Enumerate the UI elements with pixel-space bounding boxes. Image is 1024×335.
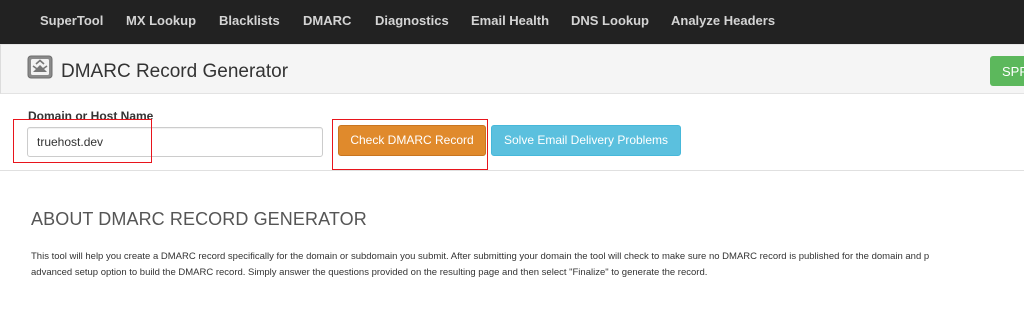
nav-item-supertool[interactable]: SuperTool bbox=[40, 13, 103, 28]
nav-item-diagnostics[interactable]: Diagnostics bbox=[375, 13, 449, 28]
nav-item-email-health[interactable]: Email Health bbox=[471, 13, 549, 28]
domain-field-label: Domain or Host Name bbox=[28, 109, 154, 123]
nav-item-analyze-headers[interactable]: Analyze Headers bbox=[671, 13, 775, 28]
nav-item-dmarc[interactable]: DMARC bbox=[303, 13, 351, 28]
check-dmarc-record-button[interactable]: Check DMARC Record bbox=[338, 125, 486, 156]
envelope-badge-icon bbox=[27, 55, 53, 79]
nav-item-mx-lookup[interactable]: MX Lookup bbox=[126, 13, 196, 28]
nav-item-dns-lookup[interactable]: DNS Lookup bbox=[571, 13, 649, 28]
domain-input[interactable] bbox=[27, 127, 323, 157]
page-header: DMARC Record Generator SPF bbox=[0, 44, 1024, 94]
lookup-form: Domain or Host Name Check DMARC Record S… bbox=[0, 95, 1024, 171]
top-navbar: SuperTool MX Lookup Blacklists DMARC Dia… bbox=[0, 0, 1024, 44]
solve-email-delivery-problems-button[interactable]: Solve Email Delivery Problems bbox=[491, 125, 681, 156]
about-section-title: ABOUT DMARC RECORD GENERATOR bbox=[31, 209, 367, 229]
spf-button[interactable]: SPF bbox=[990, 56, 1024, 86]
about-text-line-2: advanced setup option to build the DMARC… bbox=[31, 267, 708, 278]
about-section-text: This tool will help you create a DMARC r… bbox=[31, 249, 1024, 281]
nav-item-blacklists[interactable]: Blacklists bbox=[219, 13, 280, 28]
about-text-line-1: This tool will help you create a DMARC r… bbox=[31, 251, 930, 262]
page-title: DMARC Record Generator bbox=[61, 61, 289, 82]
